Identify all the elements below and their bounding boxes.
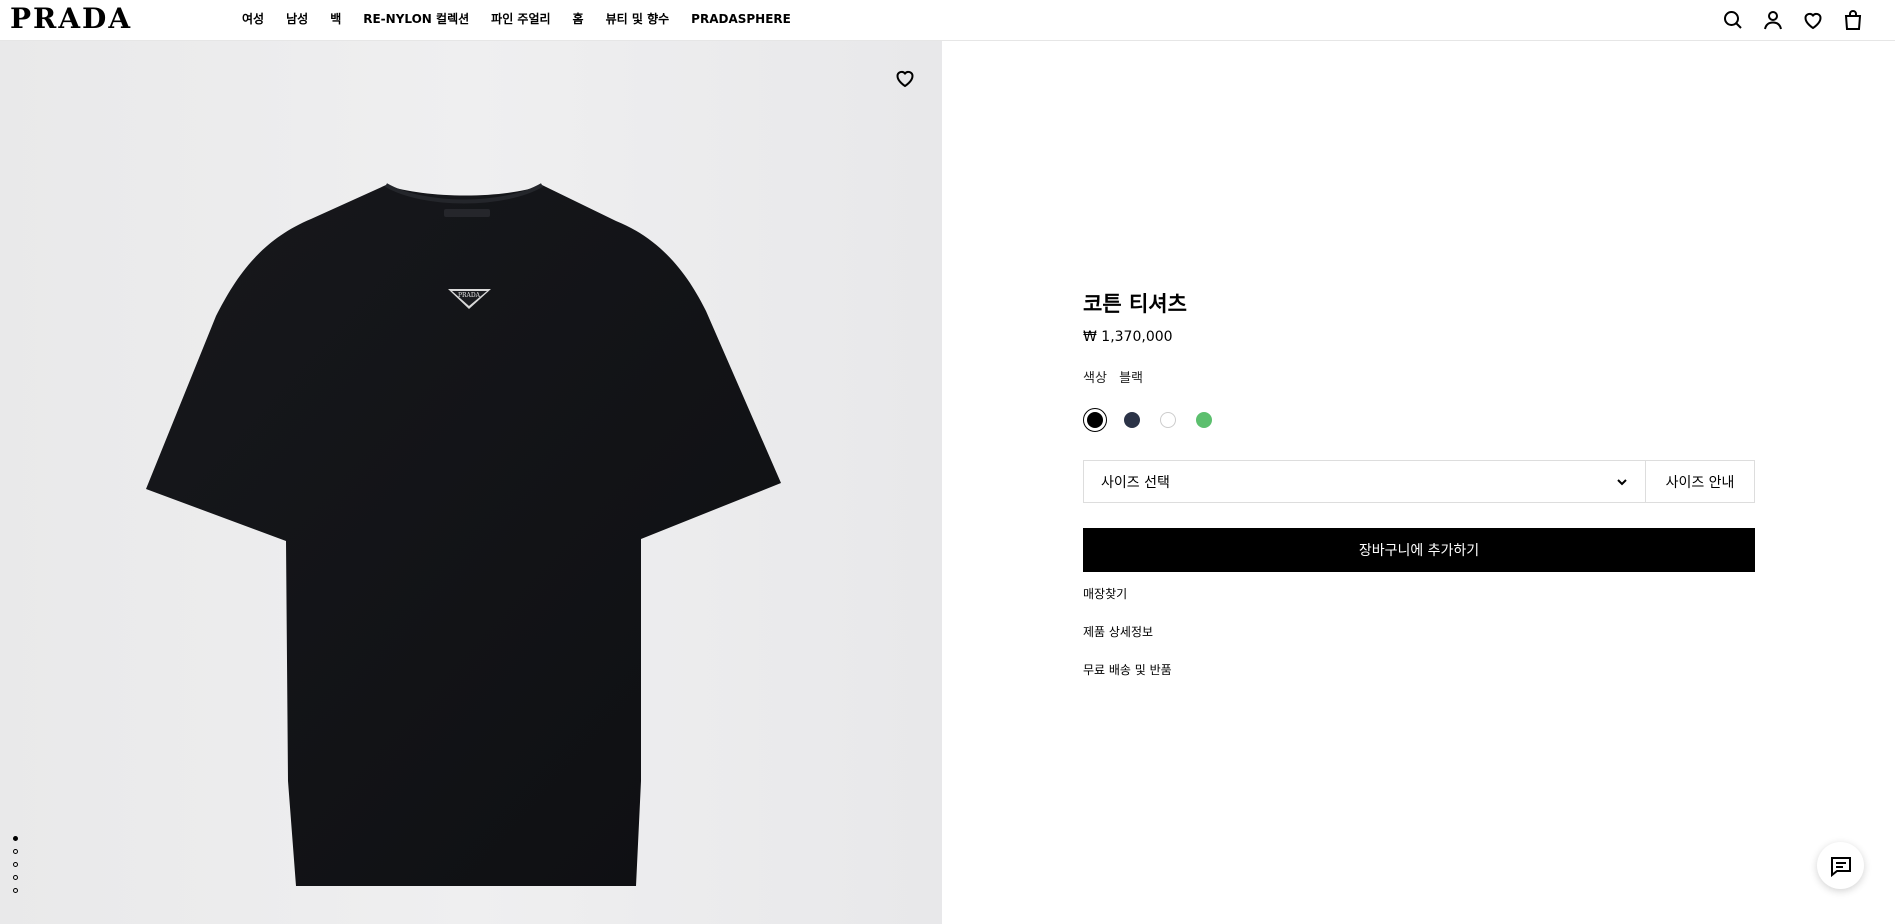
- search-icon[interactable]: [1721, 8, 1745, 32]
- wishlist-heart-icon[interactable]: [893, 66, 917, 90]
- product-links: 매장찾기 제품 상세정보 무료 배송 및 반품: [1083, 586, 1755, 678]
- main-nav: 여성 남성 백 RE-NYLON 컬렉션 파인 주얼리 홈 뷰티 및 향수 PR…: [242, 11, 813, 27]
- prada-logo[interactable]: PRADA: [10, 3, 132, 35]
- product-details: 코튼 티셔츠 ₩ 1,370,000 색상 블랙 사이즈 선택 사이즈 안내 장…: [1083, 290, 1755, 700]
- chevron-down-icon: [1617, 478, 1627, 485]
- nav-item-re-nylon[interactable]: RE-NYLON 컬렉션: [363, 11, 469, 27]
- nav-item-fine-jewelry[interactable]: 파인 주얼리: [491, 11, 550, 27]
- slide-dot-3[interactable]: [13, 862, 18, 867]
- wishlist-icon[interactable]: [1801, 8, 1825, 32]
- color-info: 색상 블랙: [1083, 370, 1755, 388]
- swatch-navy[interactable]: [1122, 411, 1141, 430]
- nav-item-bags[interactable]: 백: [330, 11, 341, 27]
- size-row: 사이즈 선택 사이즈 안내: [1083, 460, 1755, 503]
- swatch-black[interactable]: [1083, 408, 1107, 432]
- product-image: PRADA: [146, 183, 781, 886]
- product-details-link[interactable]: 제품 상세정보: [1083, 624, 1755, 640]
- slide-dot-5[interactable]: [13, 888, 18, 893]
- header-icons: [1721, 8, 1865, 32]
- swatch-white[interactable]: [1158, 411, 1177, 430]
- nav-item-pradasphere[interactable]: PRADASPHERE: [691, 11, 791, 27]
- product-title: 코튼 티셔츠: [1083, 292, 1187, 316]
- nav-item-home[interactable]: 홈: [573, 11, 584, 27]
- svg-text:PRADA: PRADA: [458, 292, 481, 299]
- add-to-cart-button[interactable]: 장바구니에 추가하기: [1083, 528, 1755, 572]
- color-swatches: [1083, 408, 1755, 432]
- account-icon[interactable]: [1761, 8, 1785, 32]
- nav-item-women[interactable]: 여성: [242, 11, 264, 27]
- nav-item-beauty[interactable]: 뷰티 및 향수: [606, 11, 670, 27]
- slide-dot-2[interactable]: [13, 849, 18, 854]
- slide-dot-4[interactable]: [13, 875, 18, 880]
- bag-icon[interactable]: [1841, 8, 1865, 32]
- shipping-returns-link[interactable]: 무료 배송 및 반품: [1083, 662, 1755, 678]
- slide-indicator: [13, 836, 18, 893]
- color-label: 색상: [1083, 371, 1107, 386]
- chat-icon: [1830, 856, 1851, 877]
- store-finder-link[interactable]: 매장찾기: [1083, 586, 1755, 602]
- slide-dot-1[interactable]: [13, 836, 18, 841]
- site-header: PRADA 여성 남성 백 RE-NYLON 컬렉션 파인 주얼리 홈 뷰티 및…: [0, 0, 1895, 41]
- size-guide-button[interactable]: 사이즈 안내: [1646, 460, 1755, 503]
- product-price: ₩ 1,370,000: [1083, 329, 1173, 345]
- chat-button[interactable]: [1817, 842, 1864, 889]
- product-gallery: PRADA: [0, 41, 942, 924]
- nav-item-men[interactable]: 남성: [286, 11, 308, 27]
- size-select-label: 사이즈 선택: [1101, 474, 1170, 491]
- size-select-dropdown[interactable]: 사이즈 선택: [1083, 460, 1646, 503]
- color-value: 블랙: [1119, 371, 1143, 386]
- swatch-green[interactable]: [1194, 411, 1213, 430]
